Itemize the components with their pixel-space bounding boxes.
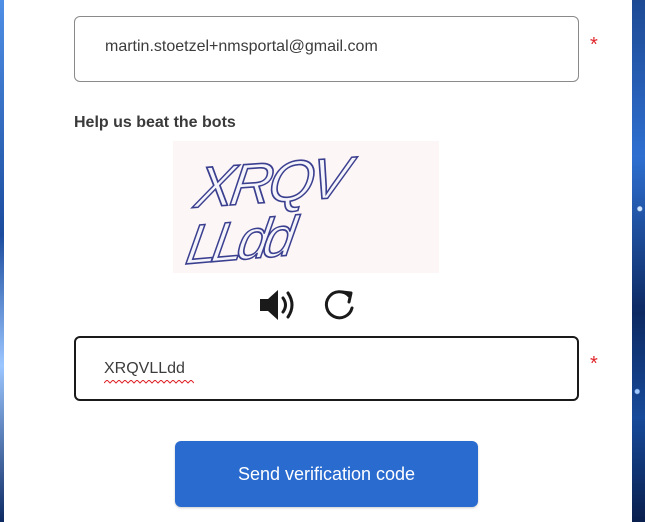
email-field[interactable]: martin.stoetzel+nmsportal@gmail.com: [74, 16, 579, 82]
speaker-icon[interactable]: [258, 287, 298, 323]
required-marker-email: *: [590, 34, 598, 56]
captcha-heading: Help us beat the bots: [74, 114, 236, 131]
captcha-image-graphic: XRQV LLdd: [181, 145, 360, 278]
spellcheck-underline: [104, 380, 194, 384]
captcha-field[interactable]: [74, 336, 579, 401]
captcha-input[interactable]: [104, 360, 524, 378]
email-value[interactable]: martin.stoetzel+nmsportal@gmail.com: [105, 38, 378, 56]
refresh-icon[interactable]: [320, 287, 358, 323]
signup-panel: martin.stoetzel+nmsportal@gmail.com * He…: [4, 0, 632, 522]
captcha-image: XRQV LLdd: [173, 141, 439, 278]
required-marker-captcha: *: [590, 353, 598, 375]
background-right-strip: [632, 0, 645, 522]
send-verification-code-button[interactable]: Send verification code: [175, 441, 478, 507]
captcha-line-2: LLdd: [182, 206, 303, 273]
